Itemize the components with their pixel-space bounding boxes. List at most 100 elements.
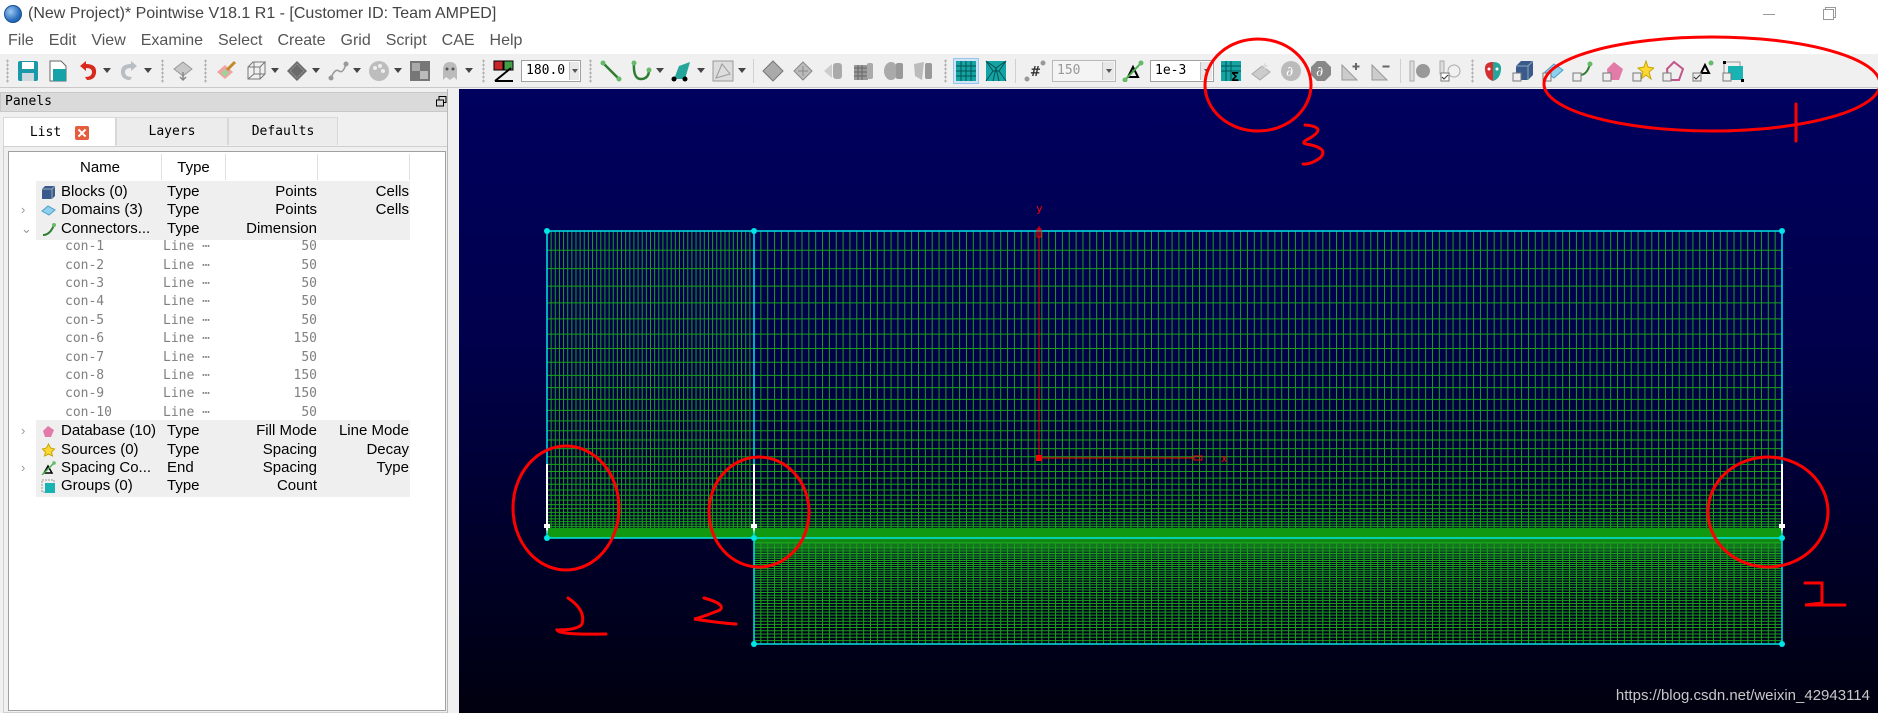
remove-break-point-button[interactable]: [1368, 58, 1394, 84]
restore-button[interactable]: [1803, 0, 1853, 28]
tab-defaults[interactable]: Defaults: [228, 117, 338, 145]
expand-chevron-icon[interactable]: ›: [21, 423, 31, 438]
curve-dropdown-icon[interactable]: [656, 68, 664, 73]
column-header-name[interactable]: Name: [9, 154, 162, 180]
menu-grid[interactable]: Grid: [341, 32, 371, 50]
add-break-point-button[interactable]: [1338, 58, 1364, 84]
save-as-button[interactable]: [45, 58, 71, 84]
toolbar-grip[interactable]: [482, 58, 485, 83]
partial-dark-button[interactable]: ∂: [1308, 58, 1334, 84]
chevron-down-icon[interactable]: [569, 61, 579, 80]
split-button[interactable]: [910, 58, 936, 84]
distribute-button[interactable]: Σ: [1218, 58, 1244, 84]
connector-display-button[interactable]: [325, 58, 351, 84]
chevron-down-icon[interactable]: [1102, 61, 1114, 80]
modify-button[interactable]: [1248, 58, 1274, 84]
rotate-block-button[interactable]: [880, 58, 906, 84]
domain-dropdown-icon[interactable]: [697, 68, 705, 73]
object-tree[interactable]: Name Type Blocks (0) Type Points Cells › Doma…: [8, 151, 446, 711]
select-db-boundary-button[interactable]: [1660, 58, 1686, 84]
color-palette-button[interactable]: [366, 58, 392, 84]
unstructured-mesh-button[interactable]: [983, 58, 1009, 84]
dimension-button[interactable]: #: [1022, 58, 1048, 84]
select-blocks-button[interactable]: [1510, 58, 1536, 84]
select-domains-button[interactable]: [1540, 58, 1566, 84]
spacing-button[interactable]: [1120, 58, 1146, 84]
menu-edit[interactable]: Edit: [49, 32, 77, 50]
dimension-combo[interactable]: 150: [1052, 59, 1116, 82]
connector-display-dropdown-icon[interactable]: [353, 68, 361, 73]
column-header-3[interactable]: [226, 154, 318, 180]
menu-file[interactable]: File: [8, 32, 34, 50]
layout-button[interactable]: [407, 58, 433, 84]
partial-button[interactable]: ∂: [1278, 58, 1304, 84]
menu-examine[interactable]: Examine: [141, 32, 203, 50]
tab-layers[interactable]: Layers: [116, 117, 228, 145]
display-box-button[interactable]: [243, 58, 269, 84]
column-header-4[interactable]: [318, 154, 410, 180]
menu-help[interactable]: Help: [490, 32, 523, 50]
ghost-button[interactable]: [437, 58, 463, 84]
create-curve-button[interactable]: [628, 58, 654, 84]
minimize-button[interactable]: [1744, 0, 1794, 28]
mesh-canvas[interactable]: yx: [459, 89, 1878, 713]
create-block-button[interactable]: [710, 58, 736, 84]
toolbar-grip[interactable]: [589, 58, 592, 83]
examine-button[interactable]: [1407, 58, 1433, 84]
toolbar-grip[interactable]: [6, 58, 9, 83]
select-groups-button[interactable]: [1720, 58, 1746, 84]
shaded-dropdown-icon[interactable]: [312, 68, 320, 73]
assemble-block-button[interactable]: [850, 58, 876, 84]
rotation-angle-value[interactable]: 180.0: [522, 63, 569, 78]
examine-check-button[interactable]: [1437, 58, 1463, 84]
toolbar-grip[interactable]: [944, 58, 947, 83]
create-domain-button[interactable]: [669, 58, 695, 84]
undo-dropdown-icon[interactable]: [103, 68, 111, 73]
spacing-value[interactable]: 1e-3: [1151, 63, 1200, 78]
panel-splitter[interactable]: [447, 89, 453, 713]
expand-chevron-icon[interactable]: ›: [21, 460, 31, 475]
connector-type[interactable]: Line ⋯: [163, 350, 210, 365]
connector-type[interactable]: Line ⋯: [163, 258, 210, 273]
redo-dropdown-icon[interactable]: [144, 68, 152, 73]
connector-type[interactable]: Line ⋯: [163, 368, 210, 383]
connector-type[interactable]: Line ⋯: [163, 276, 210, 291]
select-database-button[interactable]: [1600, 58, 1626, 84]
collapse-chevron-icon[interactable]: ⌄: [21, 221, 32, 237]
toolbar-grip[interactable]: [204, 58, 207, 83]
column-header-type[interactable]: Type: [162, 154, 226, 180]
paint-button[interactable]: [213, 58, 239, 84]
float-panel-icon[interactable]: [436, 96, 447, 107]
connector-type[interactable]: Line ⋯: [163, 294, 210, 309]
tab-list[interactable]: List: [3, 117, 116, 147]
connector-type[interactable]: Line ⋯: [163, 313, 210, 328]
toolbar-grip[interactable]: [1471, 58, 1474, 83]
extrude-button[interactable]: [820, 58, 846, 84]
import-button[interactable]: [170, 58, 196, 84]
solve-domain-button[interactable]: [760, 58, 786, 84]
menu-select[interactable]: Select: [218, 32, 262, 50]
menu-script[interactable]: Script: [386, 32, 427, 50]
display-dropdown-icon[interactable]: [271, 68, 279, 73]
solve-structured-button[interactable]: [790, 58, 816, 84]
connector-type[interactable]: Line ⋯: [163, 386, 210, 401]
connector-type[interactable]: Line ⋯: [163, 331, 210, 346]
toolbar-grip[interactable]: [161, 58, 164, 83]
menu-create[interactable]: Create: [277, 32, 325, 50]
rotation-angle-combo[interactable]: 180.0: [521, 59, 581, 82]
connector-type[interactable]: Line ⋯: [163, 239, 210, 254]
palette-dropdown-icon[interactable]: [394, 68, 402, 73]
spacing-combo[interactable]: 1e-3: [1150, 59, 1214, 82]
dimension-value[interactable]: 150: [1053, 63, 1102, 78]
close-icon[interactable]: [75, 125, 90, 140]
select-connectors-button[interactable]: [1570, 58, 1596, 84]
menu-view[interactable]: View: [91, 32, 125, 50]
create-line-button[interactable]: [598, 58, 624, 84]
ghost-dropdown-icon[interactable]: [465, 68, 473, 73]
connector-type[interactable]: Line ⋯: [163, 405, 210, 420]
tree-category-row[interactable]: Groups (0) Type Count: [9, 475, 447, 498]
mask-button[interactable]: [1480, 58, 1506, 84]
select-spacing-constraints-button[interactable]: [1690, 58, 1716, 84]
block-dropdown-icon[interactable]: [738, 68, 746, 73]
chevron-down-icon[interactable]: [1200, 61, 1212, 80]
